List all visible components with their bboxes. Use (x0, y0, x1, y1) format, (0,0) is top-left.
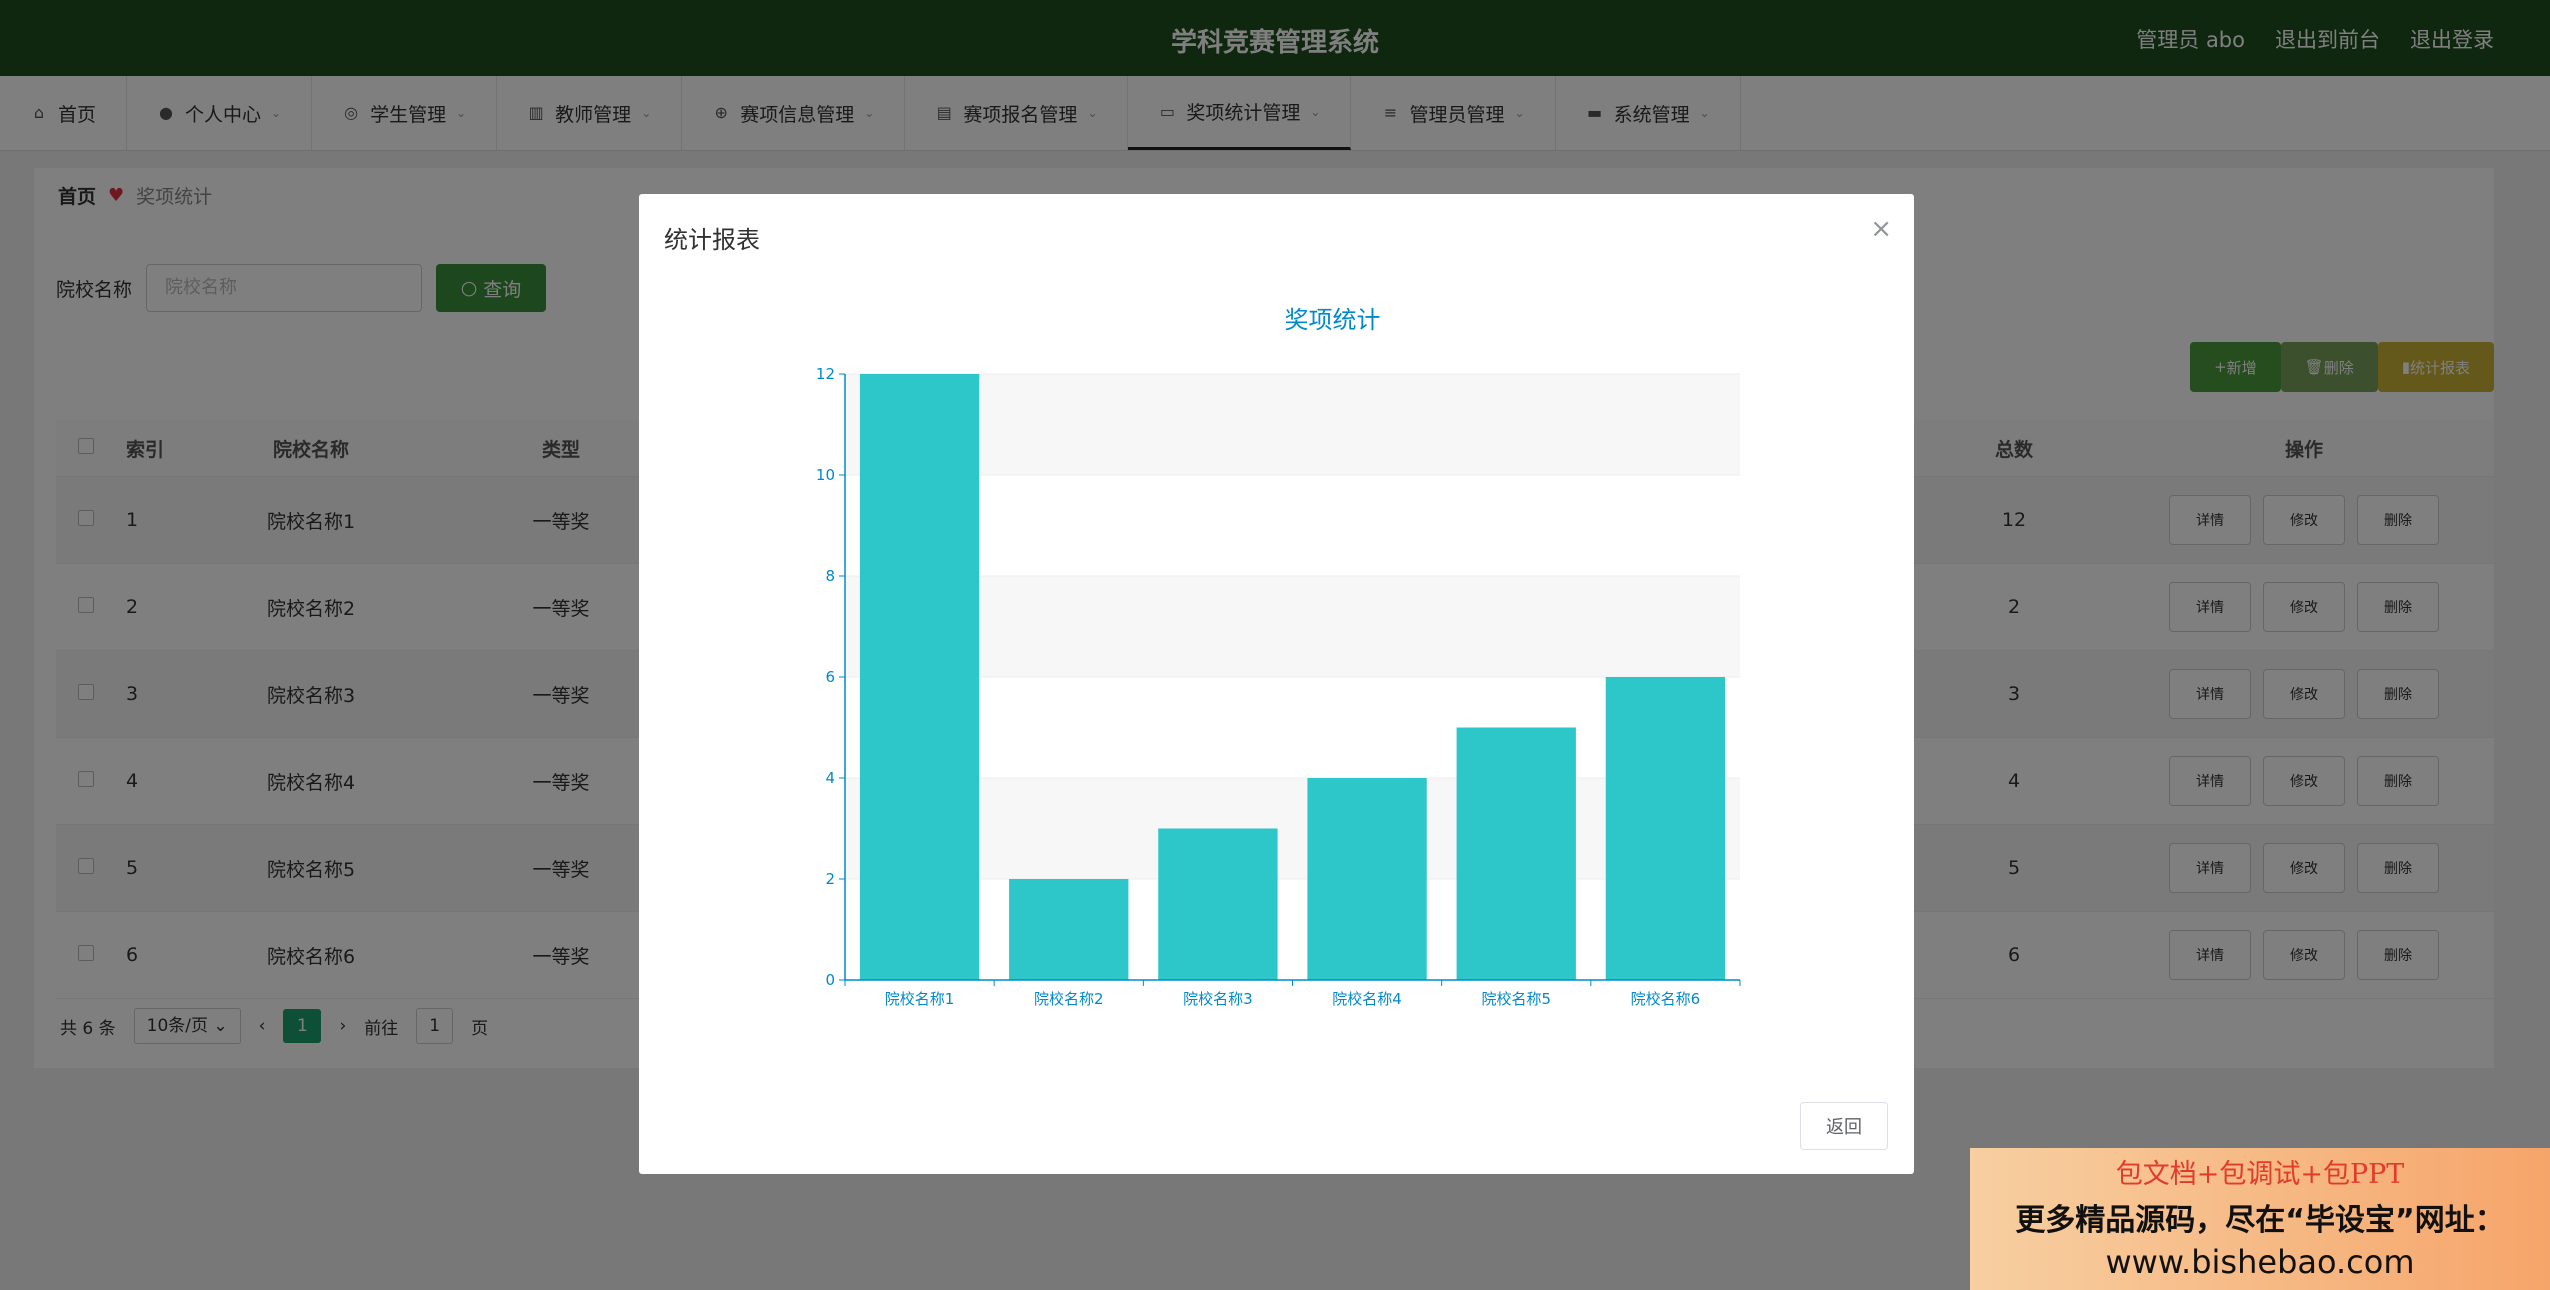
statistics-dialog: 统计报表 × 奖项统计 0 2 4 6 8 10 12 院校名称1 院校名称2 院校名称3 院校名称4… (639, 194, 1914, 1174)
watermark-line2: 更多精品源码，尽在“毕设宝”网址： (2015, 1203, 2505, 1238)
y-tick-label: 4 (825, 769, 835, 787)
x-tick-label: 院校名称2 (1034, 990, 1104, 1008)
watermark-banner: 包文档+包调试+包PPT 更多精品源码，尽在“毕设宝”网址： www.bishe… (1970, 1148, 2550, 1290)
y-tick-label: 8 (825, 567, 835, 585)
x-tick-label: 院校名称4 (1332, 990, 1402, 1008)
award-bar-chart: 奖项统计 0 2 4 6 8 10 12 院校名称1 院校名称2 院校名称3 院校名称4 院校名称5 院校… (816, 306, 1741, 1008)
back-button[interactable]: 返回 (1800, 1102, 1888, 1150)
x-tick-label: 院校名称5 (1481, 990, 1551, 1008)
chart-title: 奖项统计 (1285, 306, 1381, 334)
watermark-line3: www.bishebao.com (2105, 1243, 2415, 1281)
x-tick-label: 院校名称3 (1183, 990, 1253, 1008)
y-tick-label: 6 (825, 668, 835, 686)
bar-1 (859, 374, 980, 980)
y-tick-label: 10 (816, 466, 835, 484)
bar-5 (1456, 727, 1576, 980)
y-tick-label: 0 (825, 971, 835, 989)
x-tick-label: 院校名称6 (1631, 990, 1701, 1008)
y-tick-label: 12 (816, 365, 835, 383)
bar-4 (1307, 778, 1427, 980)
watermark-line1: 包文档+包调试+包PPT (2115, 1159, 2405, 1190)
bar-6 (1605, 677, 1726, 980)
y-tick-label: 2 (825, 870, 835, 888)
x-tick-label: 院校名称1 (885, 990, 955, 1008)
bar-3 (1158, 828, 1278, 980)
bar-2 (1009, 879, 1129, 980)
